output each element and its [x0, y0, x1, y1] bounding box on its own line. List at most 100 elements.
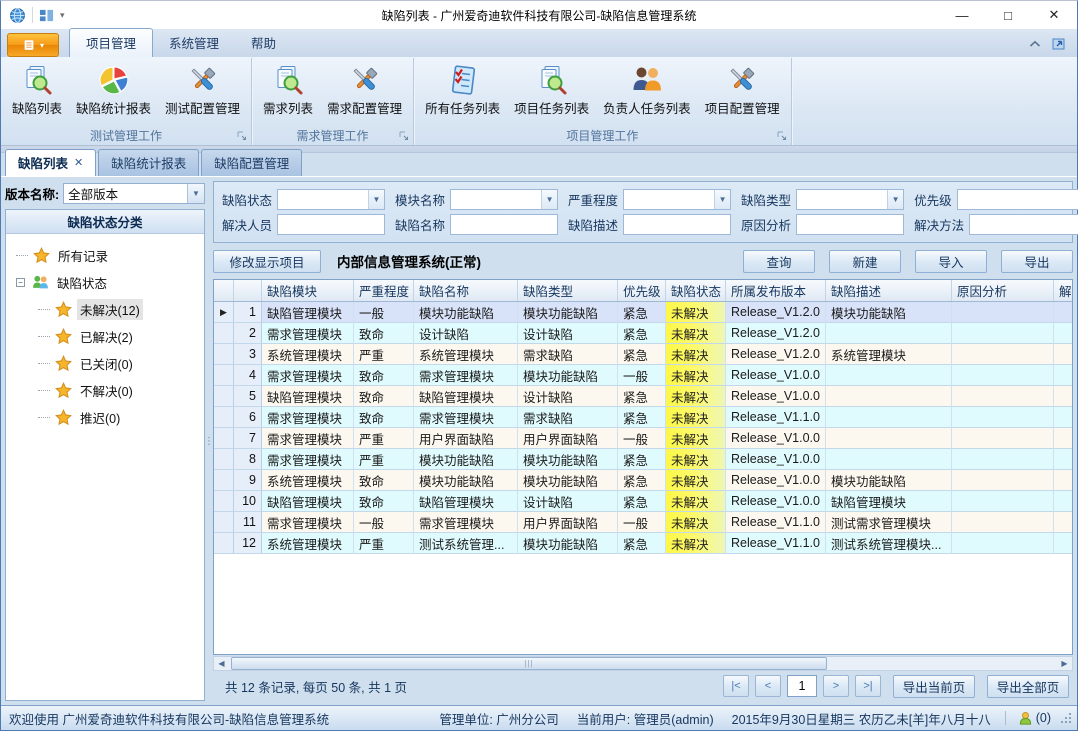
grid-header-缺陷模块[interactable]: 缺陷模块 — [262, 280, 354, 301]
filter-select-优先级[interactable]: ▼ — [957, 189, 1078, 210]
prev-page-button[interactable]: < — [755, 675, 781, 697]
grid-header-缺陷类型[interactable]: 缺陷类型 — [518, 280, 618, 301]
close-button[interactable]: ✕ — [1031, 2, 1077, 29]
ribbon-button-负责人任务列表[interactable]: 负责人任务列表 — [596, 60, 698, 119]
table-row[interactable]: 12系统管理模块严重测试系统管理...模块功能缺陷紧急未解决Release_V1… — [214, 533, 1073, 554]
ribbon-button-所有任务列表[interactable]: 所有任务列表 — [418, 60, 507, 119]
cell-严重程度: 严重 — [354, 533, 414, 554]
cell-严重程度: 严重 — [354, 344, 414, 365]
maximize-button[interactable]: □ — [985, 2, 1031, 29]
modify-columns-button[interactable]: 修改显示项目 — [213, 250, 321, 273]
tree-expander-icon[interactable]: − — [16, 278, 25, 287]
minimize-button[interactable]: — — [939, 2, 985, 29]
ribbon-button-需求列表[interactable]: 需求列表 — [256, 60, 320, 119]
ribbon-button-缺陷列表[interactable]: 缺陷列表 — [5, 60, 69, 119]
dialog-launcher-icon[interactable] — [237, 131, 247, 141]
ribbon-tab-项目管理[interactable]: 项目管理 — [69, 28, 153, 57]
ribbon-button-项目任务列表[interactable]: 项目任务列表 — [507, 60, 596, 119]
doc-tab-缺陷列表[interactable]: 缺陷列表✕ — [5, 149, 96, 176]
table-row[interactable]: 11需求管理模块一般需求管理模块用户界面缺陷一般未解决Release_V1.1.… — [214, 512, 1073, 533]
tree-item-推迟(0)[interactable]: 推迟(0) — [16, 404, 202, 431]
scroll-right-icon[interactable]: ▶ — [1057, 657, 1072, 670]
tree-item-缺陷状态[interactable]: −缺陷状态 — [16, 269, 202, 296]
filter-input-解决人员[interactable] — [277, 214, 385, 235]
chevron-up-icon[interactable] — [1029, 40, 1041, 48]
first-page-button[interactable]: |< — [723, 675, 749, 697]
scrollbar-thumb[interactable]: ||| — [231, 657, 827, 670]
grid-header-缺陷描述[interactable]: 缺陷描述 — [826, 280, 952, 301]
grid-header-所属发布版本[interactable]: 所属发布版本 — [726, 280, 826, 301]
new-button[interactable]: 新建 — [829, 250, 901, 273]
chevron-down-icon[interactable]: ▼ — [187, 184, 204, 203]
scrollbar-track[interactable]: ||| — [229, 657, 1057, 670]
table-row[interactable]: 5缺陷管理模块致命缺陷管理模块设计缺陷紧急未解决Release_V1.0.0 — [214, 386, 1073, 407]
grid-header-优先级[interactable]: 优先级 — [618, 280, 666, 301]
ribbon-tab-系统管理[interactable]: 系统管理 — [153, 29, 235, 57]
grid-header-严重程度[interactable]: 严重程度 — [354, 280, 414, 301]
dialog-launcher-icon[interactable] — [777, 131, 787, 141]
application-button[interactable]: ▾ — [7, 33, 59, 57]
filter-label: 严重程度 — [568, 190, 618, 209]
grid-header-indicator — [214, 280, 234, 301]
tree-item-不解决(0)[interactable]: 不解决(0) — [16, 377, 202, 404]
table-row[interactable]: 10缺陷管理模块致命缺陷管理模块设计缺陷紧急未解决Release_V1.0.0缺… — [214, 491, 1073, 512]
ribbon-tab-帮助[interactable]: 帮助 — [235, 29, 292, 57]
table-row[interactable]: 7需求管理模块严重用户界面缺陷用户界面缺陷一般未解决Release_V1.0.0 — [214, 428, 1073, 449]
table-row[interactable]: 9系统管理模块致命模块功能缺陷模块功能缺陷紧急未解决Release_V1.0.0… — [214, 470, 1073, 491]
chevron-down-icon[interactable]: ▼ — [887, 190, 903, 209]
filter-input-缺陷描述[interactable] — [623, 214, 731, 235]
grid-header-解决方法[interactable]: 解决方法 — [1054, 280, 1073, 301]
next-page-button[interactable]: > — [823, 675, 849, 697]
layout-grid-icon[interactable] — [39, 8, 54, 23]
ribbon-button-缺陷统计报表[interactable]: 缺陷统计报表 — [69, 60, 158, 119]
doc-tab-缺陷统计报表[interactable]: 缺陷统计报表 — [98, 149, 199, 176]
horizontal-scrollbar[interactable]: ◀ ||| ▶ — [213, 656, 1073, 671]
tree-item-已关闭(0)[interactable]: 已关闭(0) — [16, 350, 202, 377]
resize-grip[interactable] — [1061, 713, 1071, 723]
cell-解决方法 — [1054, 533, 1073, 554]
page-number-input[interactable] — [787, 675, 817, 697]
table-row[interactable]: 3系统管理模块严重系统管理模块需求缺陷紧急未解决Release_V1.2.0系统… — [214, 344, 1073, 365]
quick-access-caret-icon[interactable]: ▾ — [60, 10, 65, 21]
tree-item-未解决(12)[interactable]: 未解决(12) — [16, 296, 202, 323]
grid-header-原因分析[interactable]: 原因分析 — [952, 280, 1054, 301]
table-row[interactable]: 4需求管理模块致命需求管理模块模块功能缺陷一般未解决Release_V1.0.0 — [214, 365, 1073, 386]
table-row[interactable]: 8需求管理模块严重模块功能缺陷模块功能缺陷紧急未解决Release_V1.0.0 — [214, 449, 1073, 470]
export-current-page-button[interactable]: 导出当前页 — [893, 675, 975, 698]
filter-select-模块名称[interactable]: ▼ — [450, 189, 558, 210]
export-all-pages-button[interactable]: 导出全部页 — [987, 675, 1069, 698]
grid-header-缺陷名称[interactable]: 缺陷名称 — [414, 280, 518, 301]
sidebar-splitter[interactable]: ⋮ — [205, 177, 213, 705]
export-button[interactable]: 导出 — [1001, 250, 1073, 273]
ribbon-button-项目配置管理[interactable]: 项目配置管理 — [698, 60, 787, 119]
cell-严重程度: 一般 — [354, 512, 414, 533]
tree-item-已解决(2)[interactable]: 已解决(2) — [16, 323, 202, 350]
table-row[interactable]: ▶1缺陷管理模块一般模块功能缺陷模块功能缺陷紧急未解决Release_V1.2.… — [214, 302, 1073, 323]
filter-select-缺陷状态[interactable]: ▼ — [277, 189, 385, 210]
chevron-down-icon[interactable]: ▼ — [714, 190, 730, 209]
chevron-down-icon[interactable]: ▼ — [541, 190, 557, 209]
cell-缺陷模块: 需求管理模块 — [262, 365, 354, 386]
tree-item-所有记录[interactable]: 所有记录 — [16, 242, 202, 269]
filter-input-解决方法[interactable] — [969, 214, 1078, 235]
filter-input-原因分析[interactable] — [796, 214, 904, 235]
filter-input-缺陷名称[interactable] — [450, 214, 558, 235]
ribbon-window-icon[interactable] — [1051, 36, 1067, 52]
table-row[interactable]: 6需求管理模块致命需求管理模块需求缺陷紧急未解决Release_V1.1.0 — [214, 407, 1073, 428]
table-row[interactable]: 2需求管理模块致命设计缺陷设计缺陷紧急未解决Release_V1.2.0 — [214, 323, 1073, 344]
close-icon[interactable]: ✕ — [74, 156, 83, 169]
doc-tab-缺陷配置管理[interactable]: 缺陷配置管理 — [201, 149, 302, 176]
last-page-button[interactable]: >| — [855, 675, 881, 697]
import-button[interactable]: 导入 — [915, 250, 987, 273]
dialog-launcher-icon[interactable] — [399, 131, 409, 141]
grid-header-缺陷状态[interactable]: 缺陷状态 — [666, 280, 726, 301]
filter-select-缺陷类型[interactable]: ▼ — [796, 189, 904, 210]
cell-严重程度: 致命 — [354, 323, 414, 344]
version-combobox[interactable]: 全部版本 ▼ — [63, 183, 205, 204]
ribbon-button-测试配置管理[interactable]: 测试配置管理 — [158, 60, 247, 119]
chevron-down-icon[interactable]: ▼ — [368, 190, 384, 209]
ribbon-button-需求配置管理[interactable]: 需求配置管理 — [320, 60, 409, 119]
query-button[interactable]: 查询 — [743, 250, 815, 273]
filter-select-严重程度[interactable]: ▼ — [623, 189, 731, 210]
scroll-left-icon[interactable]: ◀ — [214, 657, 229, 670]
